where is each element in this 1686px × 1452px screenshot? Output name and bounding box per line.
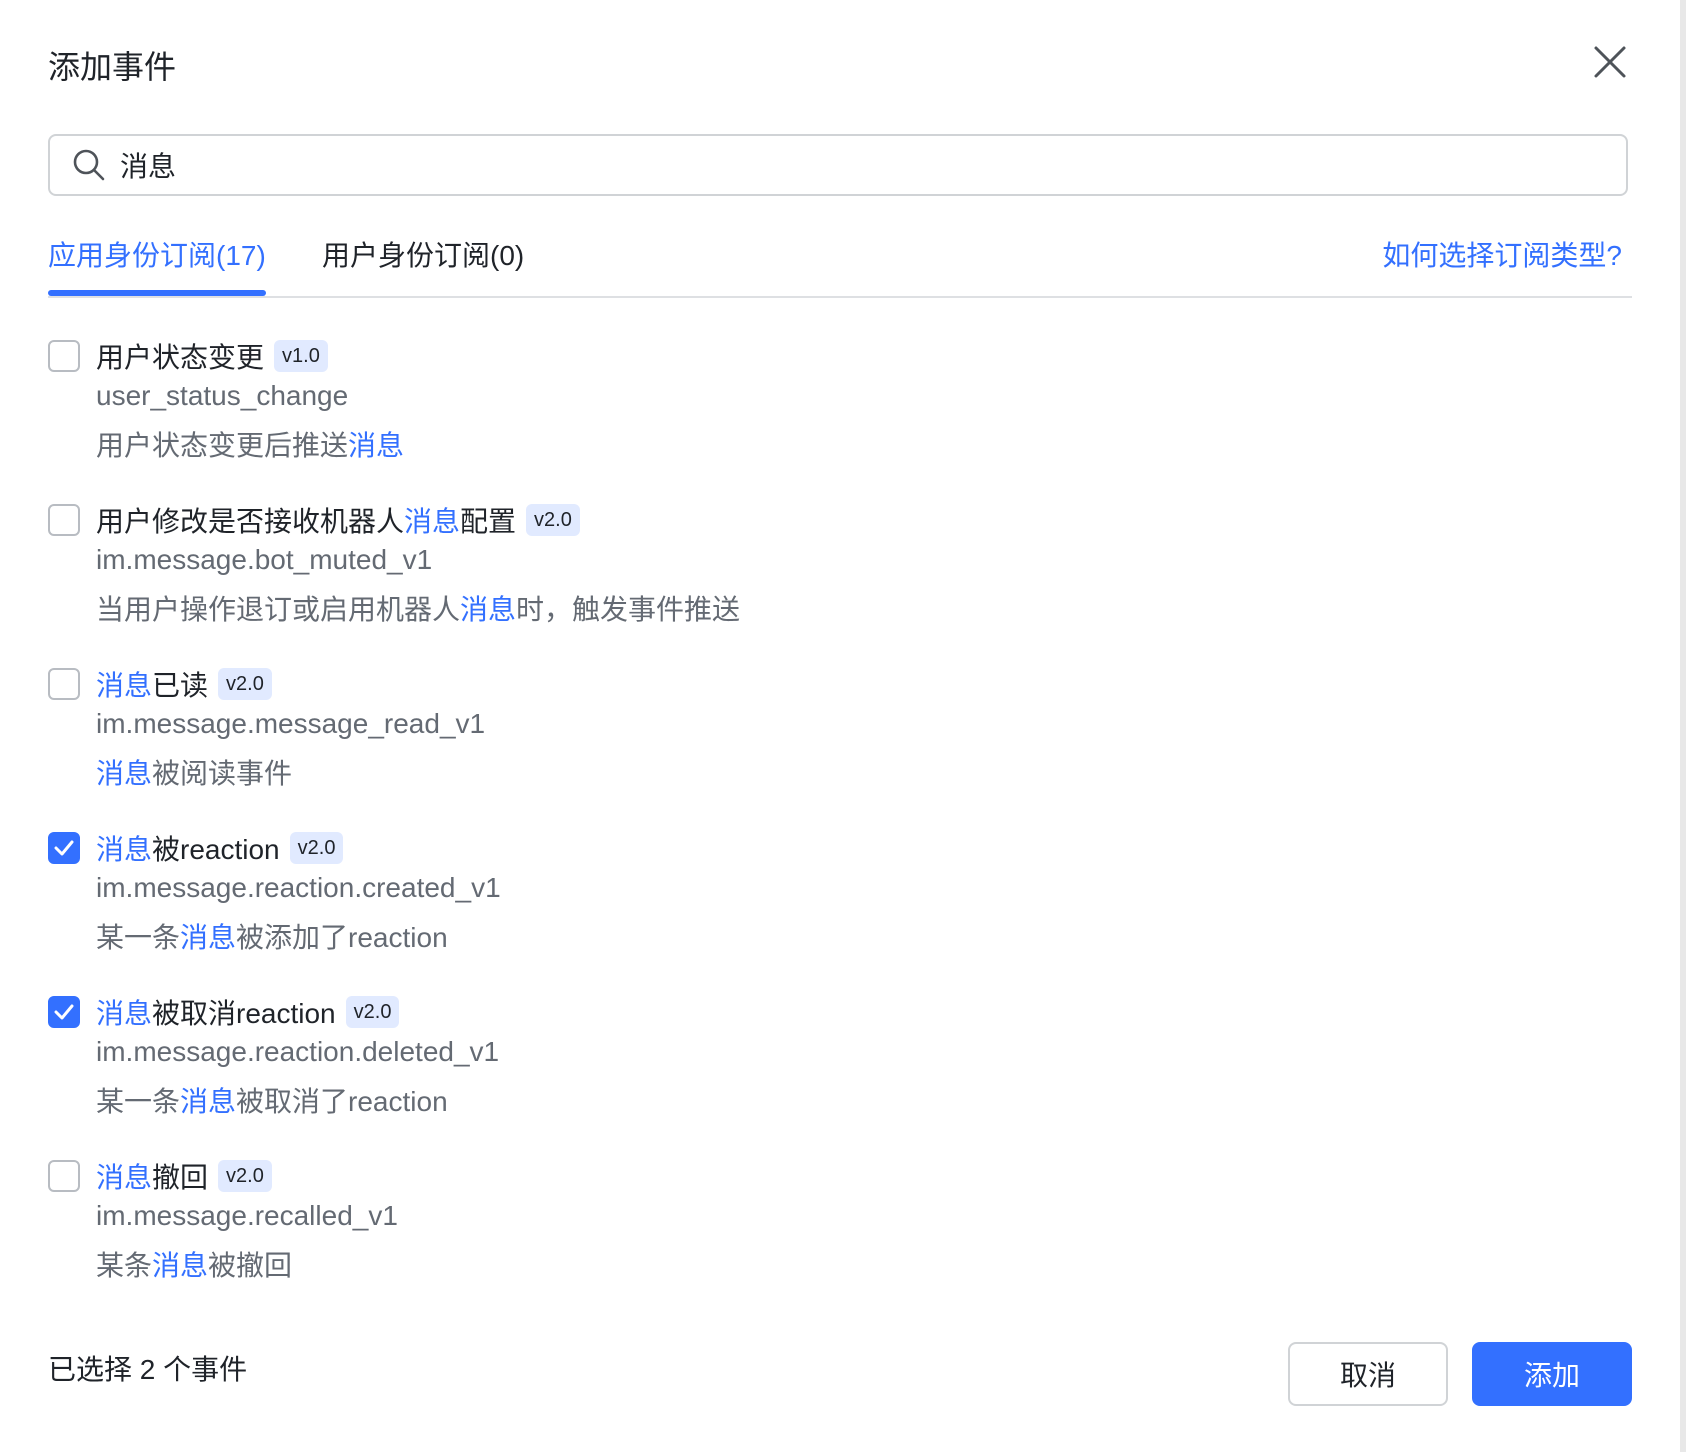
keyword-highlight: 消息: [96, 1162, 153, 1193]
version-badge: v2.0: [526, 504, 580, 536]
event-key: im.message.reaction.deleted_v1: [96, 1036, 500, 1067]
text-segment: 某条: [96, 1250, 153, 1281]
event-title: 消息 被reaction v2.0: [96, 828, 344, 868]
close-icon[interactable]: [1590, 42, 1630, 82]
text-segment: 用户状态变更后推送: [96, 430, 349, 461]
version-badge: v2.0: [218, 668, 272, 700]
version-badge: v2.0: [345, 996, 400, 1028]
keyword-highlight: 消息: [348, 430, 405, 461]
keyword-highlight: 消息: [96, 670, 153, 701]
event-checkbox[interactable]: [48, 504, 80, 536]
event-checkbox[interactable]: [48, 832, 80, 864]
event-title: 消息 已读 v2.0: [96, 664, 272, 704]
text-segment: 被取消reaction: [152, 998, 336, 1029]
selected-count: 已选择 2 个事件: [48, 1354, 248, 1385]
event-description: 消息被阅读事件: [96, 752, 292, 792]
cancel-button[interactable]: 取消: [1288, 1342, 1448, 1406]
text-segment: 用户状态变更: [96, 342, 265, 373]
dialog-title: 添加事件: [48, 49, 177, 85]
event-description: 某条消息被撤回: [96, 1244, 292, 1284]
keyword-highlight: 消息: [460, 594, 517, 625]
add-event-dialog: 添加事件 应用身份订阅(17) 用户身份订阅(0) 如何选择订阅类型? 用户状态…: [0, 0, 1680, 1452]
add-button[interactable]: 添加: [1472, 1342, 1632, 1406]
text-segment: 被reaction: [152, 834, 280, 865]
keyword-highlight: 消息: [180, 922, 237, 953]
version-badge: v2.0: [289, 832, 344, 864]
text-segment: 被撤回: [208, 1250, 293, 1281]
text-segment: 某一条: [96, 1086, 181, 1117]
version-badge: v2.0: [218, 1160, 272, 1192]
event-description: 当用户操作退订或启用机器人消息时，触发事件推送: [96, 588, 740, 628]
event-title: 用户修改是否接收机器人 消息 配置 v2.0: [96, 500, 580, 540]
version-badge: v1.0: [274, 340, 328, 372]
tab-user-identity[interactable]: 用户身份订阅(0): [322, 234, 524, 274]
help-link-subscription-type[interactable]: 如何选择订阅类型?: [1382, 234, 1622, 274]
text-segment: 被阅读事件: [152, 758, 293, 789]
keyword-highlight: 消息: [96, 834, 153, 865]
event-title: 消息 被取消reaction v2.0: [96, 992, 400, 1032]
keyword-highlight: 消息: [152, 1250, 209, 1281]
keyword-highlight: 消息: [404, 506, 461, 537]
text-segment: 时，触发事件推送: [516, 594, 741, 625]
subscription-tabs: 应用身份订阅(17) 用户身份订阅(0) 如何选择订阅类型?: [48, 226, 1632, 298]
tab-app-identity[interactable]: 应用身份订阅(17): [48, 234, 266, 274]
check-icon: [54, 1004, 74, 1020]
search-box[interactable]: [48, 134, 1628, 196]
event-checkbox[interactable]: [48, 668, 80, 700]
check-icon: [54, 840, 74, 856]
event-description: 某一条消息被取消了reaction: [96, 1080, 448, 1120]
keyword-highlight: 消息: [96, 758, 153, 789]
event-key: im.message.reaction.created_v1: [96, 872, 501, 903]
event-key: user_status_change: [96, 380, 349, 411]
event-description: 用户状态变更后推送消息: [96, 424, 404, 464]
text-segment: 撤回: [152, 1162, 209, 1193]
text-segment: 某一条: [96, 922, 181, 953]
search-input[interactable]: [118, 148, 1522, 182]
window-edge: [1680, 0, 1686, 1452]
event-checkbox[interactable]: [48, 996, 80, 1028]
active-tab-indicator: [48, 290, 266, 296]
event-title: 用户状态变更 v1.0: [96, 336, 328, 376]
event-checkbox[interactable]: [48, 340, 80, 372]
event-title: 消息 撤回 v2.0: [96, 1156, 272, 1196]
event-key: im.message.bot_muted_v1: [96, 544, 433, 575]
event-key: im.message.recalled_v1: [96, 1200, 398, 1231]
keyword-highlight: 消息: [180, 1086, 237, 1117]
text-segment: 用户修改是否接收机器人: [96, 506, 405, 537]
event-description: 某一条消息被添加了reaction: [96, 916, 448, 956]
event-checkbox[interactable]: [48, 1160, 80, 1192]
text-segment: 已读: [152, 670, 209, 701]
text-segment: 当用户操作退订或启用机器人: [96, 594, 461, 625]
keyword-highlight: 消息: [96, 998, 153, 1029]
text-segment: 被添加了reaction: [236, 922, 448, 953]
event-key: im.message.message_read_v1: [96, 708, 486, 739]
search-icon: [73, 149, 105, 181]
text-segment: 配置: [460, 506, 517, 537]
text-segment: 被取消了reaction: [236, 1086, 448, 1117]
